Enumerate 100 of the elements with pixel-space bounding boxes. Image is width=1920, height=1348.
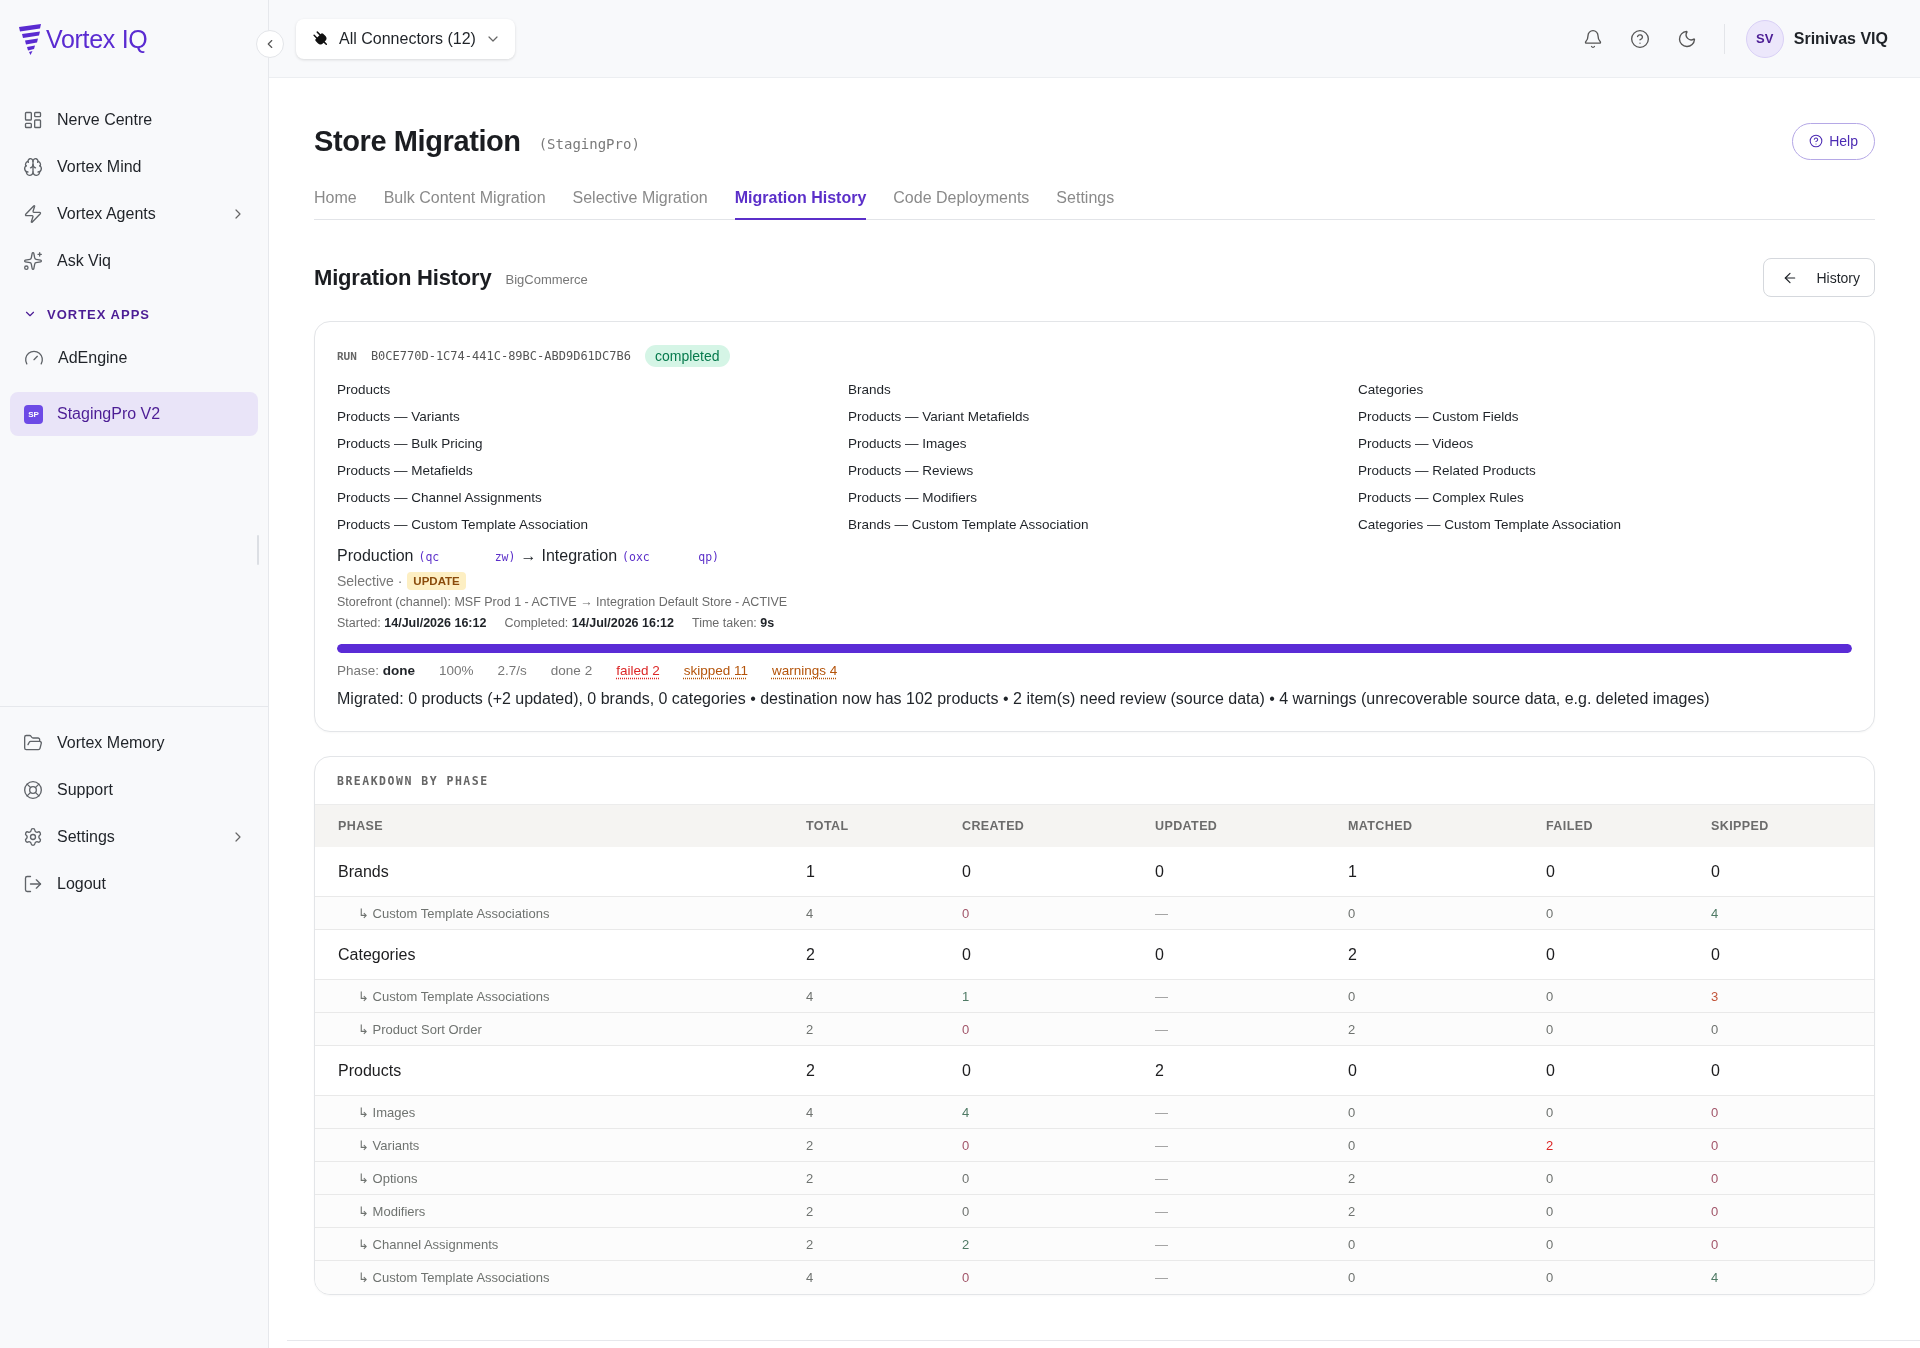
help-button[interactable]: Help bbox=[1792, 122, 1875, 160]
time-info: Time taken: 9s bbox=[692, 615, 775, 632]
table-cell: 0 bbox=[1348, 1137, 1356, 1153]
store-code: (qc zw) bbox=[418, 549, 516, 566]
column-header: FAILED bbox=[1546, 818, 1593, 833]
table-cell: ↳ Options bbox=[358, 1170, 418, 1186]
app-item[interactable]: SP StagingPro V2 bbox=[10, 392, 258, 436]
table-cell: — bbox=[1155, 988, 1168, 1004]
table-cell: 0 bbox=[1546, 988, 1554, 1004]
table-cell: ↳ Custom Template Associations bbox=[358, 988, 550, 1004]
nav-item[interactable]: Vortex Mind bbox=[0, 143, 268, 190]
column-header: TOTAL bbox=[806, 818, 849, 833]
run-label: RUN bbox=[337, 349, 357, 363]
scope-item: Categories — Custom Template Association bbox=[1358, 516, 1622, 534]
nav-item[interactable]: Settings bbox=[0, 813, 268, 860]
scope-item: Products — Metafields bbox=[337, 462, 473, 480]
table-cell: 4 bbox=[962, 1104, 970, 1120]
column-header: UPDATED bbox=[1155, 818, 1218, 833]
tab[interactable]: Migration History bbox=[734, 179, 867, 220]
connector-select[interactable]: All Connectors (12) bbox=[296, 18, 515, 59]
table-cell: 0 bbox=[1348, 988, 1356, 1004]
store-code: (oxc qp) bbox=[622, 549, 719, 566]
app-item[interactable]: AdEngine bbox=[10, 336, 258, 380]
store-name: (StagingPro) bbox=[538, 136, 640, 152]
nav-item[interactable]: Nerve Centre bbox=[0, 96, 268, 143]
storefront-text: Storefront (channel): MSF Prod 1 - ACTIVE → Integration Default Store - ACTIVE bbox=[337, 594, 788, 611]
table-cell: 2 bbox=[806, 1236, 814, 1252]
sparkles-icon bbox=[23, 250, 43, 271]
table-cell: 0 bbox=[962, 945, 971, 964]
table-cell: 2 bbox=[806, 945, 815, 964]
table-cell: Brands bbox=[338, 862, 389, 881]
scope-item: Brands bbox=[848, 381, 891, 399]
table-cell: 0 bbox=[1711, 1104, 1719, 1120]
app-tile: SP bbox=[24, 404, 43, 424]
table-cell: 0 bbox=[962, 1270, 970, 1285]
table-cell: ↳ Variants bbox=[358, 1137, 420, 1153]
table-cell: 0 bbox=[962, 862, 971, 881]
table-cell: 4 bbox=[806, 1270, 814, 1285]
table-cell: 1 bbox=[962, 988, 970, 1004]
table-cell: 0 bbox=[1546, 1061, 1555, 1080]
table-cell: 0 bbox=[1348, 905, 1356, 921]
table-cell: 1 bbox=[806, 862, 815, 881]
tab[interactable]: Selective Migration bbox=[572, 179, 708, 220]
migration-summary: Migrated: 0 products (+2 updated), 0 brands, 0 categories • destination now has 102 products • 2 item(s) need review (source data) • 4 warnings (unrecoverable source data, e.g. deleted images) bbox=[337, 689, 1711, 709]
table-cell: 0 bbox=[1546, 1021, 1554, 1037]
table-cell: ↳ Images bbox=[358, 1104, 416, 1120]
table-cell: 2 bbox=[806, 1137, 814, 1153]
tab[interactable]: Code Deployments bbox=[893, 179, 1030, 220]
table-cell: — bbox=[1155, 1104, 1168, 1120]
table-cell: 0 bbox=[1711, 862, 1720, 881]
tab[interactable]: Bulk Content Migration bbox=[383, 179, 546, 220]
route-arrow: → bbox=[520, 546, 537, 566]
page-title: Store Migration bbox=[314, 124, 521, 158]
history-button[interactable]: History bbox=[1763, 258, 1875, 297]
table-cell: 0 bbox=[1155, 862, 1164, 881]
section-title: Migration History bbox=[314, 264, 492, 291]
stat-link[interactable]: warnings 4 bbox=[772, 660, 838, 682]
user-avatar[interactable]: SV bbox=[1745, 19, 1784, 58]
table-cell: 0 bbox=[1546, 945, 1555, 964]
table-cell: 0 bbox=[962, 1061, 971, 1080]
section-toggle[interactable]: VORTEX APPS bbox=[0, 295, 268, 333]
scope-item: Products — Custom Template Association bbox=[337, 516, 589, 534]
striped-funnel-logo-icon bbox=[18, 23, 42, 55]
table-cell: 0 bbox=[1711, 1170, 1719, 1186]
table-cell: 0 bbox=[1711, 1061, 1720, 1080]
scope-item: Products — Channel Assignments bbox=[337, 489, 542, 507]
scope-item: Products — Videos bbox=[1358, 435, 1474, 453]
help-icon[interactable] bbox=[1629, 28, 1650, 49]
stat-link[interactable]: skipped 11 bbox=[683, 660, 748, 682]
table-cell: — bbox=[1155, 1270, 1168, 1285]
tab[interactable]: Home bbox=[314, 179, 357, 220]
table-cell: — bbox=[1155, 1137, 1168, 1153]
scope-item: Products — Variant Metafields bbox=[848, 408, 1030, 426]
mode-label: Selective · bbox=[337, 572, 403, 589]
column-header: PHASE bbox=[338, 818, 384, 833]
table-cell: 0 bbox=[1711, 1137, 1719, 1153]
lifebuoy-icon bbox=[23, 779, 43, 800]
scope-item: Categories bbox=[1358, 381, 1424, 399]
table-cell: 0 bbox=[962, 1203, 970, 1219]
nav-item[interactable]: Logout bbox=[0, 860, 268, 907]
nav-item[interactable]: Support bbox=[0, 766, 268, 813]
nav-item[interactable]: Vortex Memory bbox=[0, 719, 268, 766]
table-cell: 0 bbox=[1546, 1104, 1554, 1120]
moon-icon[interactable] bbox=[1676, 28, 1697, 49]
nav-item[interactable]: Vortex Agents bbox=[0, 190, 268, 237]
stat-link[interactable]: failed 2 bbox=[616, 660, 660, 682]
nav-item[interactable]: Ask Viq bbox=[0, 237, 268, 284]
bell-icon[interactable] bbox=[1582, 28, 1603, 49]
table-cell: 2 bbox=[806, 1203, 814, 1219]
time-info: Completed: 14/Jul/2026 16:12 bbox=[504, 615, 674, 632]
table-cell: Products bbox=[338, 1061, 402, 1080]
status-badge: completed bbox=[644, 345, 730, 367]
table-cell: 2 bbox=[962, 1236, 970, 1252]
table-cell: 3 bbox=[1711, 988, 1719, 1004]
table-cell: 2 bbox=[806, 1170, 814, 1186]
table-cell: 2 bbox=[1155, 1061, 1164, 1080]
table-cell: ↳ Channel Assignments bbox=[358, 1236, 499, 1252]
table-cell: 2 bbox=[1348, 1170, 1356, 1186]
table-cell: 4 bbox=[806, 905, 814, 921]
column-header: SKIPPED bbox=[1711, 818, 1769, 833]
